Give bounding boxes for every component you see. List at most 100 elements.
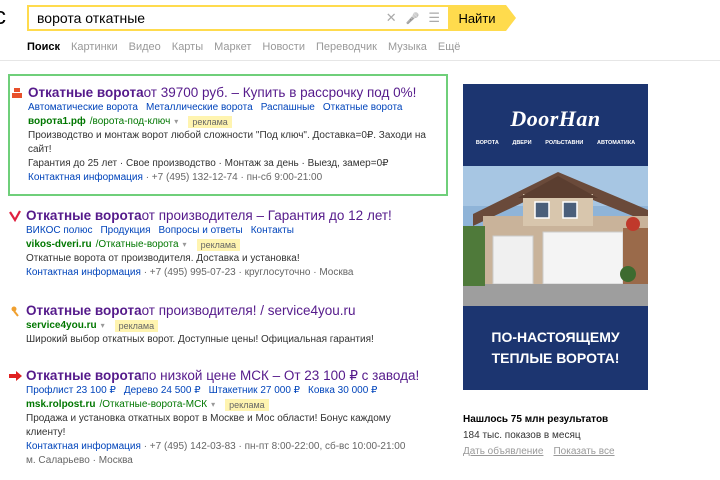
- banner-slogan-line: ПО-НАСТОЯЩЕМУ: [491, 329, 620, 345]
- result-url-path[interactable]: /ворота-под-ключ: [90, 115, 171, 129]
- ad-result-2: Откатные ворота от производителя – Гаран…: [8, 207, 448, 280]
- sitelink[interactable]: Дерево 24 500 ₽: [124, 384, 201, 398]
- banner-menu: ВОРОТА ДВЕРИ РОЛЬСТАВНИ АВТОМАТИКА: [463, 140, 648, 146]
- sitelink[interactable]: Ковка 30 000 ₽: [308, 384, 377, 398]
- result-url-path[interactable]: /Откатные-ворота-МСК: [99, 398, 207, 412]
- search-input[interactable]: ворота откатные: [29, 10, 386, 26]
- contact-link[interactable]: Контактная информация: [26, 441, 141, 452]
- tab-more[interactable]: Ещё: [438, 41, 461, 53]
- favicon-icon: [8, 304, 22, 318]
- url-line: vikos-dveri.ru/Откатные-ворота ▾ реклама: [8, 238, 448, 252]
- tab-video[interactable]: Видео: [129, 41, 161, 53]
- result-description: Производство и монтаж ворот любой сложно…: [28, 130, 426, 155]
- favicon-icon: [10, 86, 24, 100]
- banner-slogan-line: ТЕПЛЫЕ ВОРОТА!: [491, 350, 620, 366]
- chevron-down-icon[interactable]: ▾: [174, 115, 178, 129]
- tab-market[interactable]: Маркет: [214, 41, 251, 53]
- ad-badge: реклама: [114, 320, 159, 332]
- tab-images[interactable]: Картинки: [71, 41, 118, 53]
- sitelink[interactable]: Контакты: [251, 224, 294, 238]
- search-stats: Нашлось 75 млн результатов 184 тыс. пока…: [463, 412, 615, 460]
- ad-result-3: Откатные ворота от производителя! / serv…: [8, 302, 448, 347]
- tab-maps[interactable]: Карты: [172, 41, 203, 53]
- result-description: Продажа и установка откатных ворот в Мос…: [26, 413, 391, 438]
- result-title[interactable]: Откатные ворота по низкой цене МСК – От …: [8, 367, 448, 384]
- sitelink[interactable]: Штакетник 27 000 ₽: [209, 384, 300, 398]
- sitelink[interactable]: Продукция: [100, 224, 150, 238]
- result-title-rest[interactable]: от производителя! / service4you.ru: [142, 302, 356, 319]
- result-title-rest[interactable]: от производителя – Гарантия до 12 лет!: [142, 207, 392, 224]
- contact-details: · +7 (495) 142-03-83 · пн-пт 8:00-22:00,…: [140, 441, 406, 452]
- arrow-right-icon: [8, 369, 22, 383]
- sitelink[interactable]: Автоматические ворота: [28, 101, 138, 115]
- banner-menu-item: ВОРОТА: [475, 140, 499, 146]
- tab-music[interactable]: Музыка: [388, 41, 427, 53]
- result-url[interactable]: msk.rolpost.ru: [26, 398, 95, 412]
- result-title-rest[interactable]: по низкой цене МСК – От 23 100 ₽ с завод…: [142, 367, 420, 384]
- banner-logo: DoorHan: [510, 106, 601, 131]
- ad-badge: реклама: [196, 239, 241, 251]
- result-url[interactable]: service4you.ru: [26, 319, 97, 333]
- contact-line: Контактная информация · +7 (495) 132-12-…: [10, 171, 446, 185]
- show-all-link[interactable]: Показать все: [553, 444, 614, 460]
- chevron-down-icon[interactable]: ▾: [211, 398, 215, 412]
- banner-menu-item: РОЛЬСТАВНИ: [545, 140, 584, 146]
- contact-line: Контактная информация · +7 (495) 995-07-…: [8, 266, 448, 280]
- sitelinks: ВИКОС полюс Продукция Вопросы и ответы К…: [8, 224, 448, 238]
- url-line: ворота1.рф/ворота-под-ключ ▾ реклама: [10, 115, 446, 129]
- chevron-down-icon[interactable]: ▾: [101, 319, 105, 333]
- clear-icon[interactable]: ✕: [386, 10, 397, 26]
- result-title-bold[interactable]: Откатные ворота: [26, 367, 142, 384]
- url-line: msk.rolpost.ru/Откатные-ворота-МСК ▾ рек…: [8, 398, 448, 412]
- doorhan-ad-banner[interactable]: DoorHan ВОРОТА ДВЕРИ РОЛЬСТАВНИ АВТОМАТИ…: [463, 84, 648, 390]
- result-url[interactable]: ворота1.рф: [28, 115, 86, 129]
- sitelink[interactable]: Откатные ворота: [323, 101, 403, 115]
- result-description: Откатные ворота от производителя. Достав…: [26, 253, 300, 264]
- banner-menu-item: ДВЕРИ: [512, 140, 532, 146]
- banner-slogan: ПО-НАСТОЯЩЕМУ ТЕПЛЫЕ ВОРОТА!: [463, 327, 648, 369]
- monthly-shows: 184 тыс. показов в месяц: [463, 430, 581, 441]
- sitelink[interactable]: Вопросы и ответы: [158, 224, 242, 238]
- result-title[interactable]: Откатные ворота от 39700 руб. – Купить в…: [10, 84, 446, 101]
- result-title-bold[interactable]: Откатные ворота: [26, 302, 142, 319]
- results-count: Нашлось 75 млн результатов: [463, 414, 609, 425]
- tab-translate[interactable]: Переводчик: [316, 41, 377, 53]
- search-tabs: Поиск Картинки Видео Карты Маркет Новост…: [27, 41, 460, 53]
- search-button-arrow: [506, 5, 516, 31]
- contact-line: Контактная информация · +7 (495) 142-03-…: [8, 440, 448, 454]
- result-title[interactable]: Откатные ворота от производителя! / serv…: [8, 302, 448, 319]
- sitelink[interactable]: Металлические ворота: [146, 101, 253, 115]
- post-ad-link[interactable]: Дать объявление: [463, 444, 543, 460]
- result-title-rest[interactable]: от 39700 руб. – Купить в рассрочку под 0…: [144, 84, 417, 101]
- result-title-bold[interactable]: Откатные ворота: [26, 207, 142, 224]
- result-description: Широкий выбор откатных ворот. Доступные …: [26, 334, 374, 345]
- microphone-icon[interactable]: 🎤: [406, 12, 420, 25]
- chevron-down-icon[interactable]: ▾: [183, 238, 187, 252]
- contact-link[interactable]: Контактная информация: [26, 267, 141, 278]
- ad-result-1: Откатные ворота от 39700 руб. – Купить в…: [8, 74, 448, 196]
- ad-badge: реклама: [188, 116, 232, 128]
- yandex-logo[interactable]: с: [0, 4, 6, 30]
- tab-news[interactable]: Новости: [262, 41, 305, 53]
- result-title[interactable]: Откатные ворота от производителя – Гаран…: [8, 207, 448, 224]
- sitelink[interactable]: ВИКОС полюс: [26, 224, 92, 238]
- search-button[interactable]: Найти: [448, 5, 506, 31]
- contact-details: · +7 (495) 132-12-74 · пн-сб 9:00-21:00: [142, 172, 323, 183]
- search-box[interactable]: ворота откатные ✕ 🎤 ☰: [27, 5, 448, 31]
- contact-link[interactable]: Контактная информация: [28, 172, 143, 183]
- stats-links: Дать объявление Показать все: [463, 444, 615, 460]
- url-line: service4you.ru ▾ реклама: [8, 319, 448, 333]
- tab-search[interactable]: Поиск: [27, 41, 60, 53]
- result-title-bold[interactable]: Откатные ворота: [28, 84, 144, 101]
- banner-menu-item: АВТОМАТИКА: [597, 140, 636, 146]
- sitelink[interactable]: Распашные: [261, 101, 315, 115]
- contact-details: · +7 (495) 995-07-23 · круглосуточно · М…: [140, 267, 354, 278]
- ad-badge: реклама: [225, 399, 269, 411]
- result-extra: Гарантия до 25 лет · Свое производство ·…: [28, 158, 389, 169]
- result-url-path[interactable]: /Откатные-ворота: [96, 238, 179, 252]
- result-url[interactable]: vikos-dveri.ru: [26, 238, 92, 252]
- settings-icon[interactable]: ☰: [428, 10, 440, 26]
- favicon-icon: [8, 209, 22, 223]
- sitelink[interactable]: Профлист 23 100 ₽: [26, 384, 116, 398]
- sitelinks: Профлист 23 100 ₽ Дерево 24 500 ₽ Штакет…: [8, 384, 448, 398]
